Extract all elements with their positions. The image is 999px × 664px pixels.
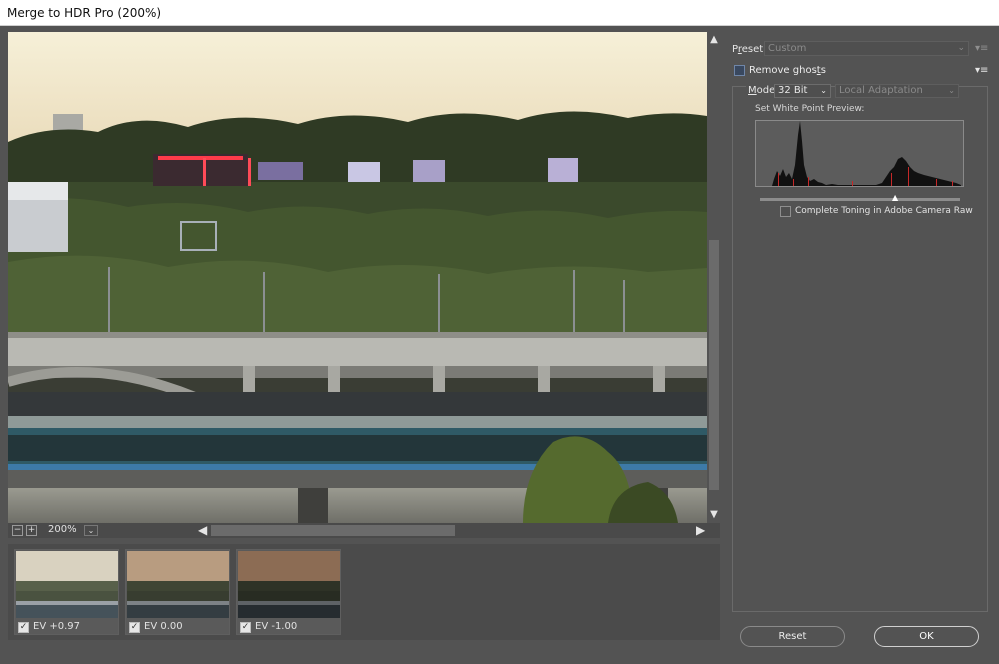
preview-photo	[8, 32, 707, 523]
thumbnail-item[interactable]: ✓ EV -1.00	[236, 549, 341, 635]
preset-label: Preset:	[732, 44, 767, 55]
mode-select[interactable]: 32 Bit ⌄	[774, 84, 831, 98]
thumbnail-image	[238, 551, 340, 618]
thumbnail-ev-label: EV -1.00	[255, 621, 298, 632]
scroll-up-icon[interactable]: ▲	[708, 34, 720, 46]
preview-vertical-scrollbar[interactable]: ▲ ▼	[708, 32, 720, 523]
remove-ghosts-checkbox[interactable]	[734, 65, 745, 76]
scroll-right-icon[interactable]: ▶	[696, 523, 705, 538]
zoom-in-icon[interactable]: +	[26, 525, 37, 536]
thumbnail-item[interactable]: ✓ EV 0.00	[125, 549, 230, 635]
complete-toning-checkbox[interactable]	[780, 206, 791, 217]
chevron-down-icon: ⌄	[957, 43, 965, 53]
thumbnail-checkbox[interactable]: ✓	[240, 622, 251, 633]
thumbnail-image	[16, 551, 118, 618]
histogram	[755, 120, 964, 187]
preview-bottom-bar: − + 200% ⌄ ◀ ▶	[8, 523, 720, 538]
scroll-left-icon[interactable]: ◀	[198, 523, 207, 538]
scroll-down-icon[interactable]: ▼	[708, 509, 720, 521]
zoom-out-icon[interactable]: −	[12, 525, 23, 536]
source-thumbnails: ✓ EV +0.97 ✓ EV 0.00 ✓ EV -1.00	[8, 544, 720, 640]
chevron-down-icon: ⌄	[820, 86, 827, 95]
thumbnail-checkbox[interactable]: ✓	[129, 622, 140, 633]
thumbnail-ev-label: EV 0.00	[144, 621, 183, 632]
zoom-dropdown-icon[interactable]: ⌄	[84, 525, 98, 536]
thumbnail-ev-label: EV +0.97	[33, 621, 80, 632]
remove-ghosts-label: Remove ghosts	[749, 65, 826, 76]
panel-menu-icon[interactable]: ▾≡	[975, 65, 988, 76]
chevron-down-icon: ⌄	[948, 86, 955, 95]
histogram-graph	[772, 121, 961, 186]
vertical-scroll-thumb[interactable]	[709, 240, 719, 490]
thumbnail-checkbox[interactable]: ✓	[18, 622, 29, 633]
preset-menu-icon[interactable]: ▾≡	[975, 43, 988, 54]
complete-toning-label: Complete Toning in Adobe Camera Raw	[795, 206, 973, 216]
ok-button[interactable]: OK	[874, 626, 979, 647]
window-title: Merge to HDR Pro (200%)	[0, 0, 999, 26]
thumbnail-image	[127, 551, 229, 618]
horizontal-scroll-thumb[interactable]	[211, 525, 455, 536]
zoom-level: 200%	[48, 524, 77, 535]
method-select[interactable]: Local Adaptation ⌄	[835, 84, 959, 98]
preset-select[interactable]: Custom ⌄	[764, 41, 969, 56]
reset-button[interactable]: Reset	[740, 626, 845, 647]
white-point-label: Set White Point Preview:	[755, 104, 865, 114]
thumbnail-item[interactable]: ✓ EV +0.97	[14, 549, 119, 635]
white-point-slider[interactable]	[760, 198, 960, 201]
preview-image[interactable]	[8, 32, 707, 523]
slider-knob-icon[interactable]: ▲	[892, 194, 900, 202]
hdr-dialog: ▲ ▼ − + 200% ⌄ ◀ ▶ ✓ EV +0.97 ✓ EV 0.00 …	[0, 26, 999, 664]
